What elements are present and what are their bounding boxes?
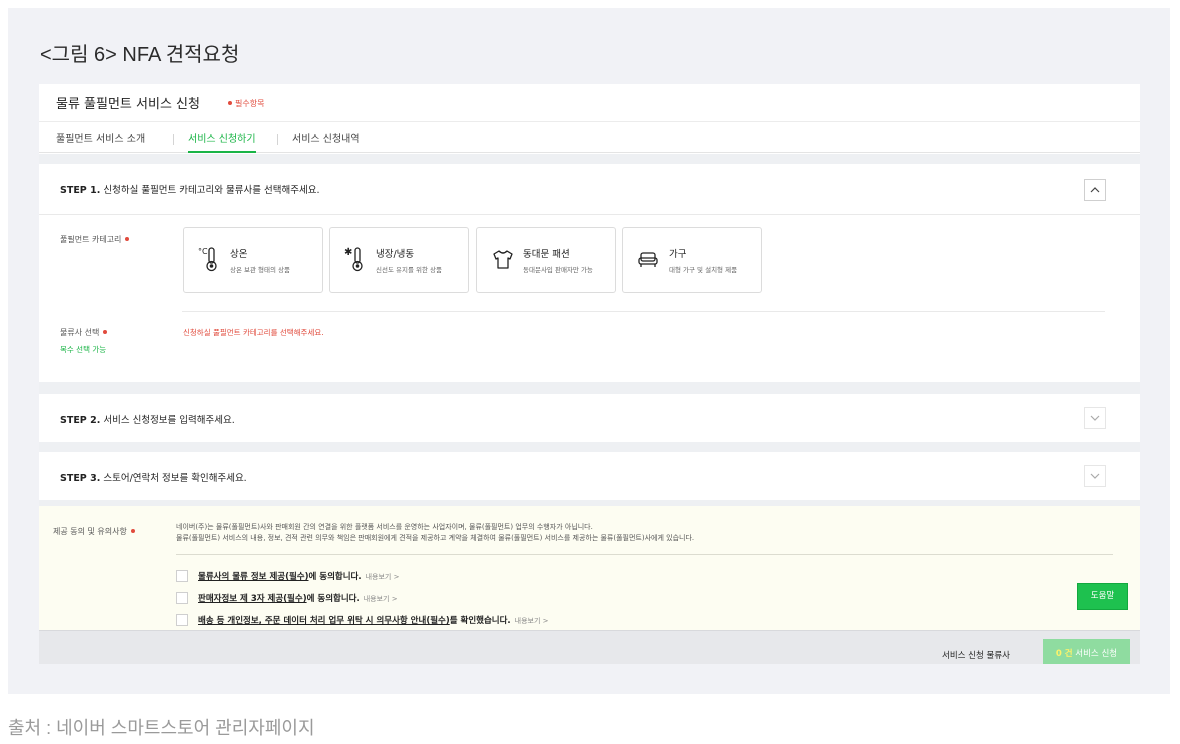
- consent-checkbox[interactable]: [176, 570, 188, 582]
- category-name: 가구: [669, 249, 687, 260]
- multi-select-note: 복수 선택 가능: [60, 345, 107, 354]
- step3-section[interactable]: STEP 3. 스토어/연락처 정보를 확인해주세요.: [39, 452, 1140, 500]
- figure-title: <그림 6> NFA 견적요청: [40, 44, 240, 66]
- consent-checkbox[interactable]: [176, 614, 188, 626]
- category-card-dongdaemun-fashion[interactable]: 동대문 패션 동대문사입 판매자만 가능: [476, 227, 616, 293]
- expand-button[interactable]: [1084, 465, 1106, 487]
- category-label-text: 풀필먼트 카테고리: [60, 235, 122, 244]
- step3-title-text: 스토어/연락처 정보를 확인해주세요.: [103, 473, 247, 484]
- service-panel: 물류 풀필먼트 서비스 신청 필수항목 풀필먼트 서비스 소개 서비스 신청하기…: [39, 84, 1140, 664]
- consent-rest: 에 동의합니다.: [308, 572, 362, 582]
- expand-button[interactable]: [1084, 407, 1106, 429]
- figure-frame: <그림 6> NFA 견적요청 물류 풀필먼트 서비스 신청 필수항목 풀필먼트…: [8, 8, 1170, 694]
- consent-link[interactable]: 물류사의 물류 정보 제공(필수): [198, 572, 309, 582]
- collapse-button[interactable]: [1084, 179, 1106, 201]
- consent-link[interactable]: 판매자정보 제 3자 제공(필수): [198, 594, 307, 604]
- logistics-label: 물류사 선택: [60, 327, 108, 338]
- step3-number: STEP 3.: [60, 473, 101, 484]
- step1-header[interactable]: STEP 1. 신청하실 풀필먼트 카테고리와 물류사를 선택해주세요.: [39, 164, 1140, 214]
- required-dot-icon: [228, 101, 232, 105]
- step2-section[interactable]: STEP 2. 서비스 신청정보를 입력해주세요.: [39, 394, 1140, 442]
- page-title: 물류 풀필먼트 서비스 신청: [56, 97, 200, 112]
- thermometer-room-temp-icon: °C: [198, 247, 217, 272]
- required-dot-icon: [125, 237, 130, 241]
- bottom-bar: 서비스 신청 물류사 0 건 서비스 신청: [39, 630, 1140, 664]
- category-desc: 동대문사입 판매자만 가능: [523, 266, 593, 274]
- category-name: 동대문 패션: [523, 249, 570, 260]
- category-card-room-temp[interactable]: °C 상온 상온 보관 형태의 상품: [183, 227, 323, 293]
- notice-line: 네이버(주)는 물류(풀필먼트)사와 판매회원 간의 연결을 위한 플랫폼 서비…: [176, 523, 593, 531]
- service-header: 물류 풀필먼트 서비스 신청 필수항목: [39, 84, 1140, 122]
- chevron-up-icon: [1090, 187, 1100, 193]
- category-name: 상온: [230, 249, 248, 260]
- tab-apply-history[interactable]: 서비스 신청내역: [292, 130, 360, 153]
- step1-number: STEP 1.: [60, 185, 101, 196]
- divider: [182, 311, 1105, 312]
- chevron-down-icon: [1090, 473, 1100, 479]
- step1-title-text: 신청하실 풀필먼트 카테고리와 물류사를 선택해주세요.: [103, 185, 320, 196]
- agreement-label-text: 제공 동의 및 유의사항: [53, 527, 127, 536]
- required-note: 필수항목: [228, 98, 264, 109]
- consent-text: 물류사의 물류 정보 제공(필수)에 동의합니다. 내용보기 >: [198, 570, 399, 582]
- consent-rest: 에 동의합니다.: [306, 594, 360, 604]
- form-body: STEP 1. 신청하실 풀필먼트 카테고리와 물류사를 선택해주세요. 풀필먼…: [39, 154, 1140, 664]
- tab-apply-service[interactable]: 서비스 신청하기: [188, 130, 256, 153]
- required-dot-icon: [103, 330, 108, 334]
- notice-line: 물류(풀필먼트) 서비스의 내용, 정보, 견적 관련 의무와 책임은 판매회원…: [176, 534, 695, 542]
- category-name: 냉장/냉동: [376, 249, 415, 260]
- category-desc: 신선도 유지를 위한 상품: [376, 266, 442, 274]
- step1-title: STEP 1. 신청하실 풀필먼트 카테고리와 물류사를 선택해주세요.: [60, 182, 319, 196]
- thermometer-frozen-icon: ✱: [344, 247, 363, 272]
- logistics-warning: 신청하실 풀필먼트 카테고리를 선택해주세요.: [183, 328, 324, 337]
- category-desc: 대형 가구 및 설치형 제품: [669, 266, 738, 274]
- step2-title: STEP 2. 서비스 신청정보를 입력해주세요.: [60, 412, 235, 426]
- source-caption: 출처 : 네이버 스마트스토어 관리자페이지: [8, 718, 315, 738]
- step2-number: STEP 2.: [60, 415, 101, 426]
- required-dot-icon: [130, 529, 135, 533]
- selected-count: 0 건: [1055, 649, 1073, 659]
- consent-rest: 를 확인했습니다.: [449, 616, 511, 626]
- agreement-notice: 네이버(주)는 물류(풀필먼트)사와 판매회원 간의 연결을 위한 플랫폼 서비…: [176, 522, 1096, 544]
- step2-title-text: 서비스 신청정보를 입력해주세요.: [103, 415, 235, 426]
- consent-text: 판매자정보 제 3자 제공(필수)에 동의합니다. 내용보기 >: [198, 592, 398, 604]
- divider: [176, 554, 1113, 555]
- consent-checkbox[interactable]: [176, 592, 188, 604]
- step1-section: STEP 1. 신청하실 풀필먼트 카테고리와 물류사를 선택해주세요. 풀필먼…: [39, 164, 1140, 382]
- selected-logistics-label: 서비스 신청 물류사: [942, 651, 1010, 661]
- view-details-link[interactable]: 내용보기 >: [366, 573, 400, 581]
- consent-text: 배송 등 개인정보, 주문 데이터 처리 업무 위탁 시 의무사항 안내(필수)…: [198, 614, 549, 626]
- step3-title: STEP 3. 스토어/연락처 정보를 확인해주세요.: [60, 470, 247, 484]
- view-details-link[interactable]: 내용보기 >: [515, 617, 549, 625]
- logistics-label-text: 물류사 선택: [60, 328, 100, 337]
- help-button[interactable]: 도움말: [1077, 583, 1128, 610]
- category-desc: 상온 보관 형태의 상품: [230, 266, 291, 274]
- tab-divider: [277, 134, 278, 145]
- category-card-furniture[interactable]: 가구 대형 가구 및 설치형 제품: [622, 227, 762, 293]
- svg-text:✱: ✱: [344, 247, 352, 258]
- submit-label: 서비스 신청: [1075, 649, 1118, 659]
- category-label: 풀필먼트 카테고리: [60, 234, 130, 245]
- svg-text:°C: °C: [198, 247, 208, 256]
- chevron-down-icon: [1090, 415, 1100, 421]
- tshirt-icon: [493, 250, 513, 269]
- tab-fulfillment-intro[interactable]: 풀필먼트 서비스 소개: [56, 130, 145, 153]
- tab-divider: [173, 134, 174, 145]
- category-card-frozen[interactable]: ✱ 냉장/냉동 신선도 유지를 위한 상품: [329, 227, 469, 293]
- consent-link[interactable]: 배송 등 개인정보, 주문 데이터 처리 업무 위탁 시 의무사항 안내(필수): [198, 616, 450, 626]
- agreement-label: 제공 동의 및 유의사항: [53, 526, 135, 537]
- sofa-icon: [638, 252, 658, 267]
- submit-service-button[interactable]: 0 건 서비스 신청: [1043, 639, 1130, 664]
- view-details-link[interactable]: 내용보기 >: [364, 595, 398, 603]
- required-note-text: 필수항목: [235, 99, 265, 108]
- tab-bar: 풀필먼트 서비스 소개 서비스 신청하기 서비스 신청내역: [39, 123, 1140, 153]
- divider: [39, 214, 1140, 215]
